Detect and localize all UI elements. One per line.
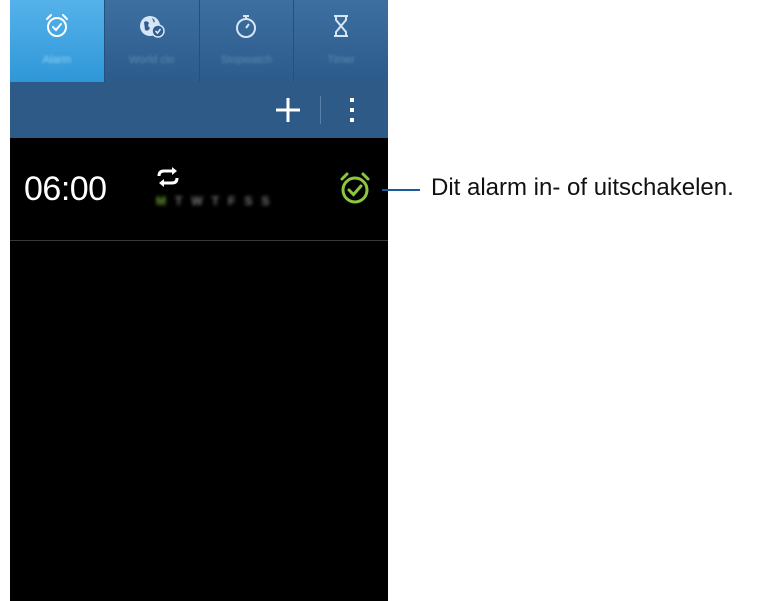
tab-bar: Alarm World clo Stopwatch Timer xyxy=(10,0,388,82)
day-label: T xyxy=(211,194,220,208)
callout-text: Dit alarm in- of uitschakelen. xyxy=(431,174,734,201)
alarm-time: 06:00 xyxy=(24,170,107,208)
tab-timer[interactable]: Timer xyxy=(294,0,388,82)
action-bar xyxy=(10,82,388,138)
stopwatch-icon xyxy=(236,15,257,38)
tab-label: World clo xyxy=(128,54,175,66)
day-label: W xyxy=(191,194,203,208)
tab-label: Alarm xyxy=(42,54,72,66)
world-clock-icon xyxy=(139,16,165,38)
alarm-clock-icon xyxy=(45,14,68,37)
phone-screen: Alarm World clo Stopwatch Timer 06:00 M … xyxy=(10,0,388,601)
tab-stopwatch[interactable]: Stopwatch xyxy=(200,0,295,82)
day-label: M xyxy=(156,194,166,208)
alarm-list-item[interactable]: 06:00 M T W T F S S xyxy=(10,138,388,241)
action-bar-divider xyxy=(320,96,321,124)
day-label: F xyxy=(228,194,236,208)
repeat-icon xyxy=(157,167,179,187)
callout-line xyxy=(382,189,420,191)
plus-icon[interactable] xyxy=(272,94,304,126)
tab-label: Timer xyxy=(327,54,355,66)
hourglass-icon xyxy=(334,15,349,37)
day-label: T xyxy=(175,194,183,208)
repeat-days: M T W T F S S xyxy=(156,194,269,208)
tab-alarm[interactable]: Alarm xyxy=(10,0,105,82)
tab-label: Stopwatch xyxy=(220,54,273,66)
more-vertical-icon[interactable] xyxy=(340,94,364,126)
tab-world-clock[interactable]: World clo xyxy=(105,0,200,82)
alarm-toggle-icon[interactable] xyxy=(337,170,373,206)
day-label: S xyxy=(261,194,270,208)
day-label: S xyxy=(244,194,253,208)
